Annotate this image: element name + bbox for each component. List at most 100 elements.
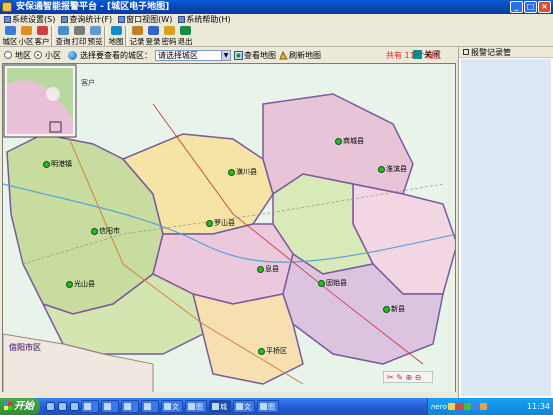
location-pin-icon: [378, 165, 385, 173]
location-pin-icon: [258, 347, 265, 355]
taskbar-button[interactable]: 文: [161, 400, 183, 413]
taskbar-button[interactable]: 图: [185, 400, 207, 413]
toolbar-label: 记录: [129, 37, 145, 46]
start-button[interactable]: 开始: [0, 398, 40, 415]
toolbar-record-button[interactable]: 记录: [129, 25, 145, 47]
taskbar-button[interactable]: [101, 400, 119, 413]
city-map[interactable]: 客户 信阳市区 明港镇 潢川县 商城县 淮滨县 信阳市 罗山县 息县 固始县 光山县 新县 平桥区 …: [2, 63, 456, 393]
city-icon: [4, 26, 16, 35]
toolbar-customer-button[interactable]: 客户: [34, 25, 50, 47]
toolbar-label: 登录: [145, 37, 161, 46]
ie-icon[interactable]: [46, 402, 55, 411]
radio-community[interactable]: [34, 51, 42, 59]
tray-icon-4[interactable]: [471, 403, 479, 410]
town-marker[interactable]: 潢川县: [228, 167, 257, 178]
toolbar-preview-button[interactable]: 预览: [87, 25, 103, 47]
pin-icon[interactable]: [463, 49, 469, 55]
location-pin-icon: [383, 305, 390, 313]
taskbar-button-label: 文: [172, 402, 179, 411]
toolbar-label: 打印: [71, 37, 87, 46]
toolbar-map-button[interactable]: 地图: [108, 25, 124, 47]
preview-icon: [89, 26, 101, 35]
menu-item-3[interactable]: 系统帮助(H): [176, 14, 232, 25]
window-icon: [188, 403, 195, 410]
refresh-map-label: 刷新地图: [289, 50, 321, 60]
radio-district-label: 地区: [15, 50, 31, 60]
window-title: 安保通智能报警平台 - [城区电子地图]: [16, 2, 170, 12]
maximize-button[interactable]: □: [524, 1, 537, 13]
taskbar-button[interactable]: 城: [209, 400, 231, 413]
toolbar-search-button[interactable]: 查询: [55, 25, 71, 47]
system-tray: nero 11:34: [427, 398, 553, 415]
location-pin-icon: [91, 227, 98, 235]
map-tools[interactable]: ✂ ✎ ⊕ ⊖: [383, 371, 433, 383]
window-icon: [144, 403, 151, 410]
help-icon: [178, 16, 186, 23]
password-icon: [163, 26, 175, 35]
town-marker[interactable]: 商城县: [335, 136, 364, 147]
town-marker[interactable]: 息县: [257, 264, 279, 275]
globe-icon: [68, 50, 77, 60]
refresh-map-button[interactable]: 刷新地图: [279, 50, 321, 61]
minimize-button[interactable]: _: [510, 1, 523, 13]
district-select[interactable]: 请选择城区 ▼: [155, 49, 231, 61]
tray-icon-2[interactable]: [455, 403, 463, 410]
window-icon: [164, 403, 171, 410]
town-label: 信阳市: [99, 227, 120, 235]
town-label: 息县: [265, 265, 279, 273]
town-label: 新县: [391, 305, 405, 313]
town-marker[interactable]: 光山县: [66, 279, 95, 290]
town-marker[interactable]: 固始县: [318, 278, 347, 289]
town-marker[interactable]: 平桥区: [258, 346, 287, 357]
town-marker[interactable]: 明港镇: [43, 159, 72, 170]
toolbar-community-button[interactable]: 小区: [18, 25, 34, 47]
close-window-button[interactable]: ×: [538, 1, 551, 13]
window-icon: [118, 16, 126, 23]
taskbar-button[interactable]: [121, 400, 139, 413]
taskbar-button[interactable]: 文: [233, 400, 255, 413]
taskbar: 开始 文 图 城 文 图 nero 11:34: [0, 398, 553, 415]
alarm-record-list[interactable]: [461, 59, 551, 396]
menu-item-2[interactable]: 窗口视图(W): [116, 14, 174, 25]
overview-label: 客户: [81, 79, 95, 87]
nero-label[interactable]: nero: [431, 403, 447, 411]
toolbar-login-button[interactable]: 登录: [145, 25, 161, 47]
town-marker[interactable]: 淮滨县: [378, 164, 407, 175]
menu-item-0[interactable]: 系统设置(S): [2, 14, 57, 25]
taskbar-button-label: 图: [268, 402, 275, 411]
location-pin-icon: [257, 265, 264, 273]
settings-icon: [4, 16, 11, 23]
tray-icon-5[interactable]: [479, 403, 487, 410]
taskbar-button[interactable]: 图: [257, 400, 279, 413]
town-marker[interactable]: 信阳市: [91, 226, 120, 237]
window-icon: [236, 403, 243, 410]
window-icon: [104, 403, 111, 410]
app-window: 安保通智能报警平台 - [城区电子地图] _ □ × 系统设置(S) 查询统计(F…: [0, 0, 553, 398]
tray-icon-1[interactable]: [447, 403, 455, 410]
town-label: 商城县: [343, 137, 364, 145]
toolbar-separator: [104, 26, 107, 46]
close-map-label: 关闭: [424, 50, 440, 59]
tray-icon-3[interactable]: [463, 403, 471, 410]
radio-district[interactable]: [4, 51, 12, 59]
town-label: 罗山县: [214, 219, 235, 227]
record-icon: [131, 26, 143, 35]
toolbar-print-button[interactable]: 打印: [71, 25, 87, 47]
town-marker[interactable]: 罗山县: [206, 218, 235, 229]
window-icon: [124, 403, 131, 410]
view-map-button[interactable]: 查看地图: [234, 50, 276, 61]
town-marker[interactable]: 新县: [383, 304, 405, 315]
menu-item-1[interactable]: 查询统计(F): [59, 14, 114, 25]
taskbar-button[interactable]: [81, 400, 99, 413]
close-map-button[interactable]: 关闭: [413, 49, 440, 60]
toolbar-password-button[interactable]: 密码: [161, 25, 177, 47]
desktop-icon[interactable]: [58, 402, 67, 411]
menu-item-label: 系统帮助(H): [186, 15, 231, 24]
location-pin-icon: [206, 219, 213, 227]
taskbar-button[interactable]: [141, 400, 159, 413]
print-icon: [73, 26, 85, 35]
toolbar-exit-button[interactable]: 退出: [177, 25, 193, 47]
taskbar-button-label: 图: [196, 402, 203, 411]
media-icon[interactable]: [70, 402, 79, 411]
toolbar-city-button[interactable]: 城区: [2, 25, 18, 47]
